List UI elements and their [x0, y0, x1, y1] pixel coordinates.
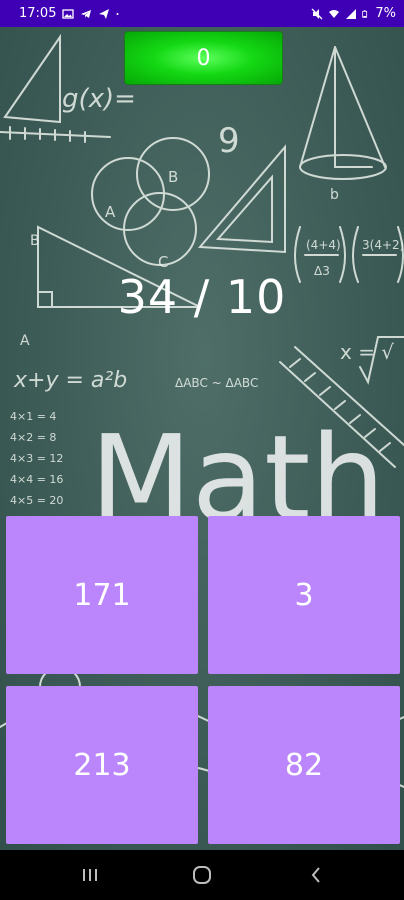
battery-percent: 7%	[375, 6, 396, 21]
score-display: 0	[124, 31, 283, 85]
dot-icon	[116, 12, 119, 15]
status-time: 17:05	[19, 6, 57, 21]
telegram-icon	[81, 9, 92, 18]
times-table-1: 4×1 = 4	[10, 410, 56, 423]
venn-label-a: A	[105, 203, 116, 221]
gallery-icon	[62, 8, 75, 19]
times-table-5: 4×5 = 20	[10, 494, 63, 507]
formula-abc-text: ΔABC ~ ΔABC	[175, 376, 258, 390]
answer-button-2[interactable]: 3	[208, 516, 400, 674]
mute-icon	[311, 8, 323, 19]
answer-button-4[interactable]: 82	[208, 686, 400, 844]
answer-button-1[interactable]: 171	[6, 516, 198, 674]
send-icon	[99, 8, 110, 19]
cone-label-b: b	[330, 187, 339, 203]
formula-nine-text: 9	[218, 121, 240, 161]
status-left: 17:05	[19, 6, 122, 21]
fraction-left-text: (4+4)	[306, 238, 341, 252]
formula-xy-text: x+y = a²b	[13, 368, 127, 393]
times-table-4: 4×4 = 16	[10, 473, 63, 486]
question-text: 34 / 10	[117, 270, 287, 324]
answer-button-3[interactable]: 213	[6, 686, 198, 844]
venn-label-c: C	[158, 253, 168, 271]
triangle-label-a: A	[20, 333, 30, 349]
score-value: 0	[196, 45, 211, 71]
formula-g-text: g(x)=	[62, 84, 136, 114]
times-table-3: 4×3 = 12	[10, 452, 63, 465]
app-screen: g(x)= 9 A B C b x+y = a²b ΔABC ~ ΔABC x …	[0, 0, 404, 900]
times-table-2: 4×2 = 8	[10, 431, 56, 444]
navigation-bar	[0, 850, 404, 900]
back-button[interactable]	[296, 860, 336, 890]
signal-icon	[346, 8, 357, 19]
recents-button[interactable]	[70, 860, 110, 890]
formula-sqrt-text: x = √	[340, 340, 394, 364]
recents-icon	[83, 869, 97, 881]
back-icon	[311, 867, 320, 883]
status-bar: 17:05 7%	[0, 0, 404, 27]
venn-label-b: B	[168, 168, 178, 186]
status-right: 7%	[311, 6, 396, 21]
triangle-label-b: B	[30, 233, 40, 249]
home-icon	[193, 866, 211, 884]
home-button[interactable]	[182, 860, 222, 890]
battery-icon	[362, 9, 368, 18]
wifi-icon	[329, 9, 340, 18]
fraction-right-text: 3(4+2)	[362, 238, 404, 252]
